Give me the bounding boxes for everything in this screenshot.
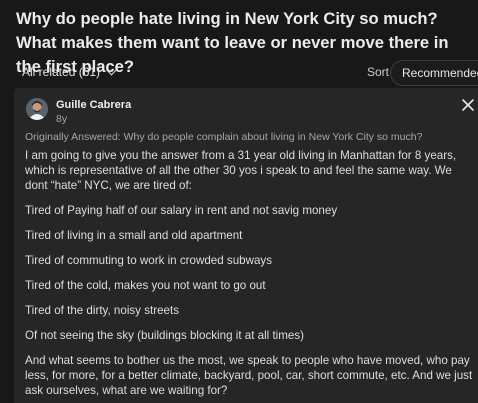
- all-related-dropdown[interactable]: All related (61): [22, 65, 117, 79]
- avatar-image: [26, 98, 48, 120]
- answer-paragraph: Tired of the cold, makes you not want to…: [25, 279, 266, 292]
- close-button[interactable]: [461, 98, 475, 112]
- page: Why do people hate living in New York Ci…: [0, 0, 478, 403]
- sort-select[interactable]: Recommended: [390, 60, 478, 86]
- related-bar: All related (61) Sort Recommended: [0, 59, 478, 87]
- close-icon: [462, 99, 474, 111]
- answer-paragraph: I am going to give you the answer from a…: [25, 149, 457, 192]
- avatar[interactable]: [26, 98, 48, 120]
- chevron-down-icon: [106, 65, 117, 75]
- answer-age: 8y: [56, 113, 68, 125]
- answer-paragraph: Of not seeing the sky (buildings blockin…: [25, 329, 305, 342]
- sort-value: Recommended: [402, 66, 478, 80]
- answer-paragraph: Tired of the dirty, noisy streets: [25, 304, 179, 317]
- answer-paragraph: Tired of living in a small and old apart…: [25, 229, 243, 242]
- originally-answered[interactable]: Originally Answered: Why do people compl…: [25, 131, 422, 143]
- sort-label: Sort: [367, 65, 390, 79]
- answer-paragraph: Tired of commuting to work in crowded su…: [25, 254, 273, 267]
- author-name[interactable]: Guille Cabrera: [56, 99, 131, 111]
- all-related-label: All related (61): [22, 65, 101, 79]
- answer-card: Guille Cabrera 8y Originally Answered: W…: [14, 88, 478, 403]
- answer-paragraph: And what seems to bother us the most, we…: [25, 354, 473, 397]
- answer-body: I am going to give you the answer from a…: [25, 148, 477, 403]
- answer-paragraph: Tired of Paying half of our salary in re…: [25, 204, 338, 217]
